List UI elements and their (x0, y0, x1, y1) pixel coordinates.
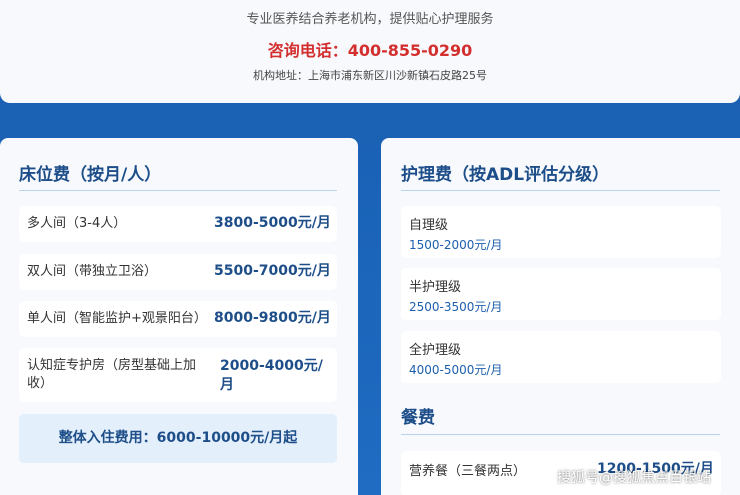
bed-fee-row-multi: 多人间（3-4人） 3800-5000元/月 (19, 206, 337, 242)
bed-fee-value: 8000-9800元/月 (214, 310, 331, 326)
care-level-name: 自理级 (409, 218, 449, 233)
bed-fee-label: 多人间（3-4人） (27, 216, 127, 231)
bed-fee-label: 双人间（带独立卫浴） (27, 264, 158, 279)
bed-fee-value: 3800-5000元/月 (214, 215, 331, 231)
meal-name: 营养餐（三餐两点） (409, 464, 527, 479)
meal-fee-title: 餐费 (401, 408, 435, 428)
total-fee-box: 整体入住费用：6000-10000元/月起 (19, 414, 337, 463)
watermark-text: 搜狐号@搜狐焦点百银站 (557, 470, 711, 486)
slogan-text: 专业医养结合养老机构，提供贴心护理服务 (246, 12, 494, 27)
bed-fee-row-double: 双人间（带独立卫浴） 5500-7000元/月 (19, 254, 337, 290)
bed-fee-value: 5500-7000元/月 (214, 263, 331, 279)
care-level-half: 半护理级 2500-3500元/月 (401, 268, 721, 320)
care-level-range: 1500-2000元/月 (409, 238, 503, 252)
bed-fee-divider (19, 190, 337, 191)
meal-fee-divider (401, 434, 720, 435)
bed-fee-row-dementia: 认知症专护房（房型基础上加收） 2000-4000元/月 (19, 348, 337, 402)
care-fee-title: 护理费（按ADL评估分级） (401, 165, 610, 185)
care-fee-divider (401, 190, 720, 191)
care-level-full: 全护理级 4000-5000元/月 (401, 331, 721, 383)
bed-fee-label: 单人间（智能监护+观景阳台） (27, 311, 207, 326)
consult-phone[interactable]: 咨询电话：400-855-0290 (0, 37, 740, 61)
bed-fee-label: 认知症专护房（房型基础上加收） (27, 358, 197, 391)
bed-fee-row-single: 单人间（智能监护+观景阳台） 8000-9800元/月 (19, 301, 337, 337)
bed-fee-title: 床位费（按月/人） (19, 165, 162, 185)
care-level-range: 2500-3500元/月 (409, 300, 503, 314)
care-level-name: 全护理级 (409, 343, 462, 358)
header-card: 专业医养结合养老机构，提供贴心护理服务 咨询电话：400-855-0290 机构… (0, 0, 740, 103)
bed-fee-value: 2000-4000元/月 (220, 358, 323, 393)
address-text: 机构地址：上海市浦东新区川沙新镇石皮路25号 (253, 69, 487, 82)
care-level-self: 自理级 1500-2000元/月 (401, 206, 721, 258)
care-level-range: 4000-5000元/月 (409, 363, 503, 377)
care-level-name: 半护理级 (409, 280, 462, 295)
